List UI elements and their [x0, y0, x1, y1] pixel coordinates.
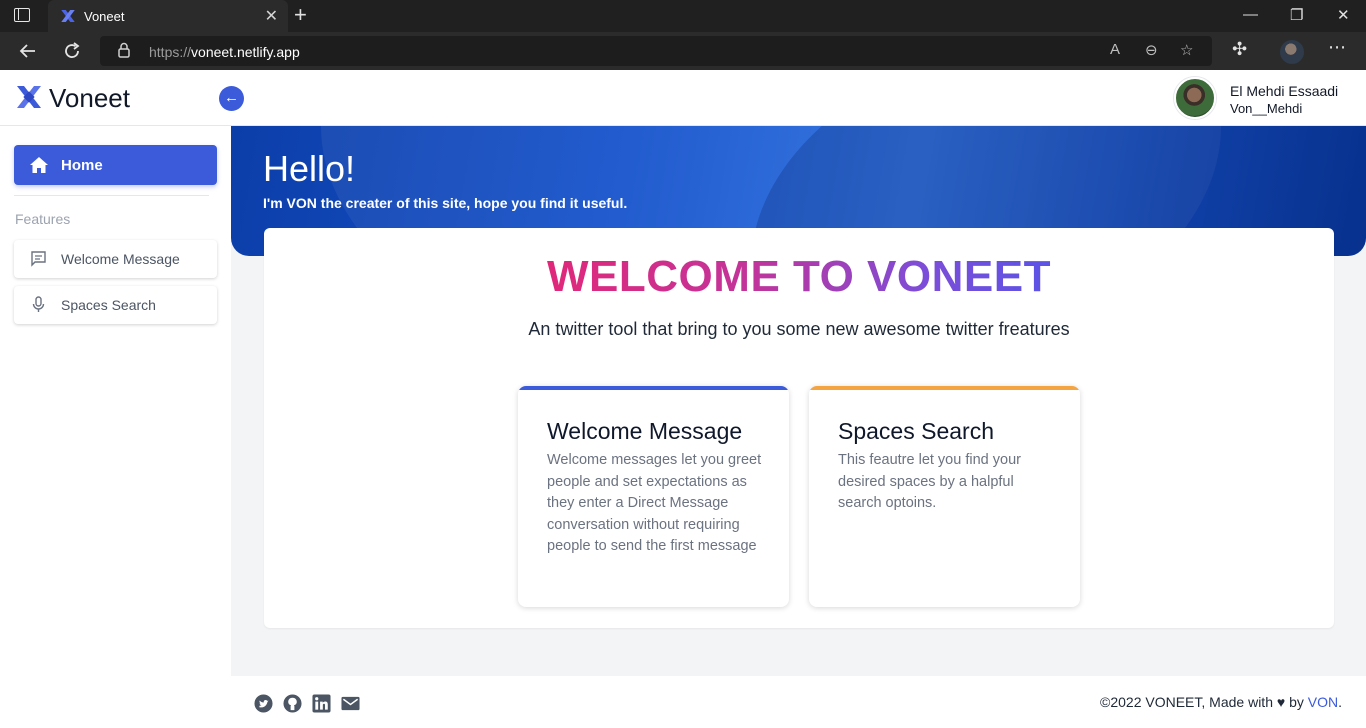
sidebar-divider: [14, 195, 209, 196]
feature-card-spaces-search[interactable]: Spaces Search This feautre let you find …: [809, 386, 1080, 607]
card-accent-bar: [809, 386, 1080, 390]
new-tab-button[interactable]: +: [294, 2, 307, 28]
minimize-button[interactable]: —: [1243, 6, 1258, 23]
feature-card-description: This feautre let you find your desired s…: [838, 452, 1021, 512]
page-title: WELCOME TO VONEET: [547, 252, 1051, 301]
browser-toolbar: https://voneet.netlify.app A ⊖ ☆ ✣ ⋯: [0, 32, 1366, 70]
app-header: Voneet ← El Mehdi Essaadi Von__Mehdi: [0, 70, 1366, 126]
footer: ©2022 VONEET, Made with ♥ by VON.: [231, 676, 1366, 728]
welcome-card: WELCOME TO VONEET An twitter tool that b…: [264, 228, 1334, 628]
tab-actions-icon[interactable]: [14, 8, 30, 22]
mail-icon[interactable]: [341, 694, 360, 713]
browser-tab[interactable]: Voneet ✕: [48, 0, 288, 32]
more-options-icon[interactable]: ⋯: [1328, 37, 1346, 58]
window-close-button[interactable]: ✕: [1337, 6, 1350, 24]
user-name: El Mehdi Essaadi: [1230, 83, 1339, 99]
feature-card-title: Welcome Message: [547, 418, 743, 444]
voneet-logo-icon[interactable]: [14, 82, 44, 112]
hero-subtitle: I'm VON the creater of this site, hope y…: [263, 195, 628, 211]
url-text: https://voneet.netlify.app: [149, 44, 300, 60]
tab-title: Voneet: [84, 9, 125, 24]
address-bar[interactable]: https://voneet.netlify.app A ⊖ ☆: [100, 36, 1212, 66]
lock-icon: [118, 42, 130, 58]
brand-name[interactable]: Voneet: [49, 83, 130, 114]
feature-card-description: Welcome messages let you greet people an…: [547, 452, 762, 555]
card-accent-bar: [518, 386, 789, 390]
extensions-icon[interactable]: ✣: [1232, 39, 1247, 60]
author-link[interactable]: VON: [1308, 694, 1338, 710]
linkedin-icon[interactable]: [312, 694, 331, 713]
twitter-icon[interactable]: [254, 694, 273, 713]
microphone-icon: [32, 296, 45, 312]
browser-tab-bar: Voneet ✕ + — ❐ ✕: [0, 0, 1366, 32]
feature-card-welcome-message[interactable]: Welcome Message Welcome messages let you…: [518, 386, 789, 607]
browser-profile-avatar[interactable]: [1280, 40, 1304, 64]
copyright-text: ©2022 VONEET, Made with ♥ by VON.: [1100, 694, 1342, 710]
zoom-out-icon[interactable]: ⊖: [1145, 41, 1158, 59]
restore-button[interactable]: ❐: [1290, 6, 1303, 24]
back-icon[interactable]: [18, 41, 38, 61]
sidebar-item-label: Home: [61, 157, 103, 174]
user-handle: Von__Mehdi: [1230, 101, 1303, 116]
hero-title: Hello!: [263, 148, 356, 189]
refresh-icon[interactable]: [62, 41, 82, 61]
page-subtitle: An twitter tool that bring to you some n…: [528, 319, 1070, 339]
sidebar-section-title: Features: [15, 211, 71, 227]
home-icon: [30, 157, 48, 173]
sidebar-item-welcome-message[interactable]: Welcome Message: [14, 240, 217, 278]
feature-card-title: Spaces Search: [838, 418, 994, 444]
voneet-favicon-icon: [61, 10, 75, 22]
user-avatar[interactable]: [1174, 77, 1216, 119]
collapse-sidebar-button[interactable]: ←: [219, 86, 244, 111]
tab-close-icon[interactable]: ✕: [265, 6, 278, 26]
sidebar-item-home[interactable]: Home: [14, 145, 217, 185]
read-aloud-icon[interactable]: A: [1110, 41, 1120, 58]
message-icon: [31, 251, 46, 267]
sidebar-item-label: Spaces Search: [61, 297, 156, 313]
sidebar-item-spaces-search[interactable]: Spaces Search: [14, 286, 217, 324]
sidebar: Home Features Welcome Message Spaces Sea…: [0, 126, 231, 728]
sidebar-item-label: Welcome Message: [61, 251, 180, 267]
favorites-add-icon[interactable]: ☆: [1180, 41, 1193, 59]
heart-icon: ♥: [1276, 694, 1286, 710]
github-icon[interactable]: [283, 694, 302, 713]
